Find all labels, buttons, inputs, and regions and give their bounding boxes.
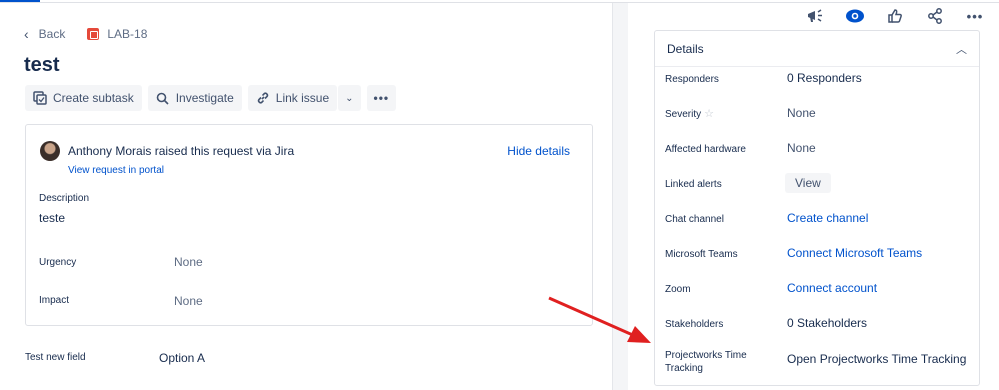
details-title: Details bbox=[667, 41, 704, 56]
issue-key-link[interactable]: LAB-18 bbox=[107, 27, 147, 41]
more-icon: ••• bbox=[373, 91, 390, 105]
stakeholders-value[interactable]: 0 Stakeholders bbox=[787, 316, 867, 330]
investigate-button[interactable]: Investigate bbox=[147, 85, 242, 111]
severity-label-text: Severity bbox=[665, 109, 702, 120]
share-icon[interactable] bbox=[925, 7, 945, 25]
avatar[interactable] bbox=[40, 141, 60, 161]
raised-by-line: Anthony Morais raised this request via J… bbox=[68, 144, 294, 158]
issue-side-pane: ••• Details ︿ Responders 0 Responders Se… bbox=[628, 3, 999, 390]
watch-icon[interactable] bbox=[845, 7, 865, 25]
connect-account-link[interactable]: Connect account bbox=[787, 281, 877, 295]
chevron-left-icon[interactable]: ‹ bbox=[24, 26, 29, 42]
link-issue-group: Link issue ⌄ bbox=[247, 85, 361, 111]
severity-value[interactable]: None bbox=[787, 106, 816, 120]
chat-channel-label: Chat channel bbox=[665, 214, 724, 225]
link-issue-dropdown[interactable]: ⌄ bbox=[338, 85, 361, 111]
projectworks-label: Projectworks Time Tracking bbox=[665, 350, 747, 374]
view-request-portal-link[interactable]: View request in portal bbox=[68, 165, 164, 176]
test-new-field-value[interactable]: Option A bbox=[159, 351, 205, 365]
star-icon: ☆ bbox=[704, 108, 714, 120]
investigate-label: Investigate bbox=[175, 91, 234, 105]
zoom-label: Zoom bbox=[665, 284, 691, 295]
open-projectworks-link[interactable]: Open Projectworks Time Tracking bbox=[787, 352, 966, 366]
chevron-up-icon[interactable]: ︿ bbox=[956, 41, 967, 57]
affected-hardware-value[interactable]: None bbox=[787, 141, 816, 155]
create-subtask-label: Create subtask bbox=[53, 91, 134, 105]
issue-title[interactable]: test bbox=[24, 54, 60, 77]
link-icon bbox=[256, 91, 270, 105]
affected-hardware-label: Affected hardware bbox=[665, 144, 746, 155]
create-channel-link[interactable]: Create channel bbox=[787, 211, 868, 225]
pane-divider[interactable] bbox=[612, 3, 628, 390]
description-value[interactable]: teste bbox=[39, 211, 65, 225]
urgency-value[interactable]: None bbox=[174, 255, 203, 269]
request-details-card: Anthony Morais raised this request via J… bbox=[25, 124, 593, 326]
severity-label: Severity ☆ bbox=[665, 108, 775, 121]
breadcrumb: ‹ Back LAB-18 bbox=[24, 26, 147, 42]
more-actions-button[interactable]: ••• bbox=[366, 85, 397, 111]
issue-type-icon bbox=[87, 28, 100, 40]
impact-value[interactable]: None bbox=[174, 294, 203, 308]
hide-details-link[interactable]: Hide details bbox=[507, 144, 570, 158]
description-label: Description bbox=[39, 193, 90, 204]
more-options-icon[interactable]: ••• bbox=[965, 7, 985, 25]
link-issue-label: Link issue bbox=[275, 91, 330, 105]
linked-alerts-label: Linked alerts bbox=[665, 179, 722, 190]
responders-value[interactable]: 0 Responders bbox=[787, 71, 862, 85]
urgency-label: Urgency bbox=[39, 257, 77, 268]
issue-actions: Create subtask Investigate Link issue ⌄ … bbox=[25, 85, 397, 111]
like-icon[interactable] bbox=[885, 7, 905, 25]
responders-label: Responders bbox=[665, 74, 719, 85]
announce-icon[interactable] bbox=[805, 7, 825, 25]
impact-label: Impact bbox=[39, 295, 70, 306]
details-header[interactable]: Details ︿ bbox=[655, 31, 979, 67]
connect-microsoft-teams-link[interactable]: Connect Microsoft Teams bbox=[787, 246, 922, 260]
reporter-name[interactable]: Anthony Morais bbox=[68, 144, 151, 158]
channel-name: Jira bbox=[274, 144, 295, 158]
raised-text: raised this request via bbox=[154, 144, 272, 158]
issue-toolbar: ••• bbox=[805, 7, 985, 25]
issue-main-pane: ‹ Back LAB-18 test Create subtask Invest… bbox=[0, 0, 612, 390]
stakeholders-label: Stakeholders bbox=[665, 319, 724, 330]
linked-alerts-view-button[interactable]: View bbox=[785, 173, 831, 193]
link-issue-button[interactable]: Link issue bbox=[247, 85, 338, 111]
chevron-down-icon: ⌄ bbox=[345, 92, 354, 104]
details-panel: Details ︿ Responders 0 Responders Severi… bbox=[654, 30, 980, 386]
search-icon bbox=[156, 91, 170, 105]
create-subtask-button[interactable]: Create subtask bbox=[25, 85, 142, 111]
microsoft-teams-label: Microsoft Teams bbox=[665, 249, 738, 260]
test-new-field-label: Test new field bbox=[25, 352, 86, 363]
subtask-icon bbox=[33, 91, 47, 105]
back-link[interactable]: Back bbox=[39, 27, 66, 41]
